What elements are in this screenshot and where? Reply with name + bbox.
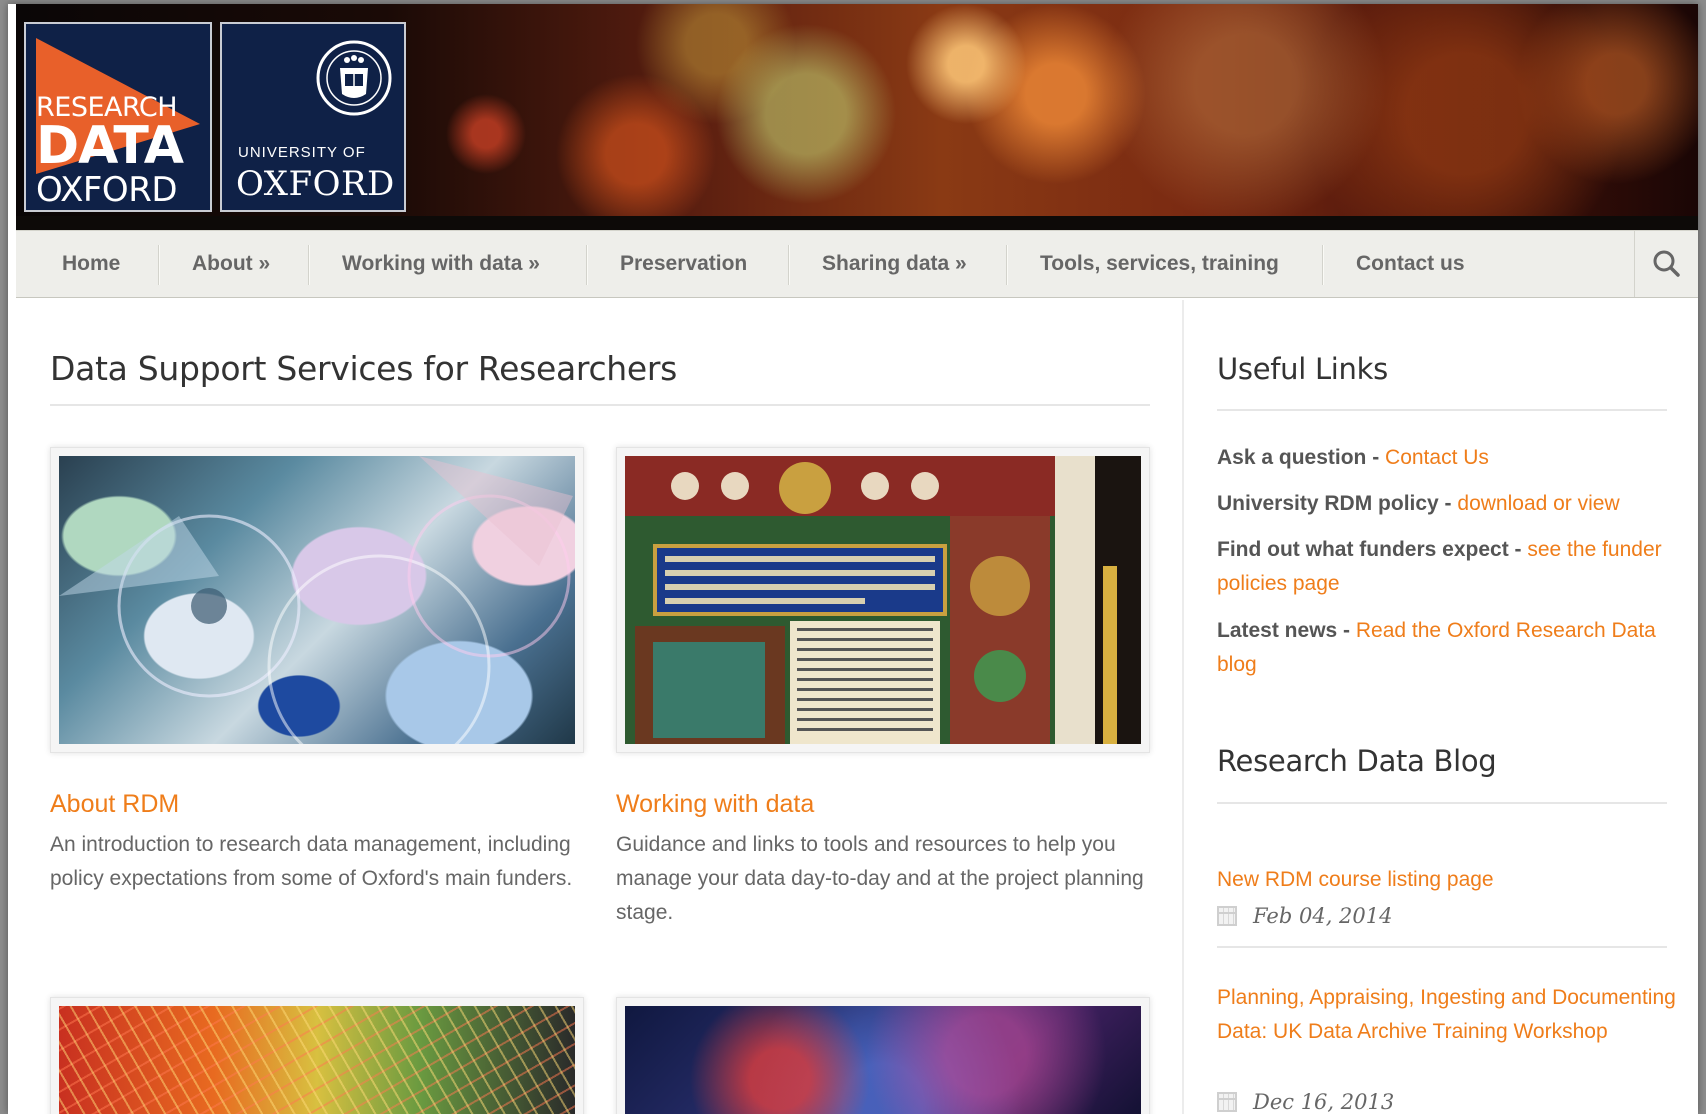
- logo-text-oxford: OXFORD: [236, 164, 395, 204]
- useful-link-label: Latest news -: [1217, 619, 1356, 642]
- blog-post-title[interactable]: New RDM course listing page: [1217, 863, 1677, 897]
- working-with-data-image[interactable]: [616, 447, 1150, 753]
- university-of-oxford-logo[interactable]: UNIVERSITY OF OXFORD: [220, 22, 406, 212]
- nav-item-contact-us[interactable]: Contact us: [1356, 231, 1465, 297]
- broken-cds-photo: [59, 456, 575, 744]
- blog-post-divider: [1217, 946, 1667, 948]
- calendar-icon: [1217, 906, 1237, 926]
- logo-text-university-of: UNIVERSITY OF: [238, 144, 366, 161]
- useful-links-heading: Useful Links: [1217, 352, 1388, 386]
- blog-post-date: Feb 04, 2014: [1217, 904, 1392, 928]
- contact-us-link[interactable]: Contact Us: [1385, 446, 1489, 469]
- page-title: Data Support Services for Researchers: [50, 349, 678, 388]
- card-description-about-rdm: An introduction to research data managem…: [50, 833, 573, 890]
- useful-links-divider: [1217, 409, 1667, 411]
- logo-text-data: DATA: [36, 116, 184, 176]
- rdm-policy-link[interactable]: download or view: [1457, 492, 1619, 515]
- card-title-about-rdm[interactable]: About RDM: [50, 790, 179, 819]
- main-navigation: Home About » Working with data » Preserv…: [16, 230, 1698, 298]
- useful-link-label: Ask a question -: [1217, 446, 1386, 469]
- card-image-lower-right[interactable]: [616, 997, 1150, 1114]
- nav-separator: [308, 245, 309, 285]
- blog-post-title[interactable]: Planning, Appraising, Ingesting and Docu…: [1217, 981, 1677, 1049]
- nav-item-preservation[interactable]: Preservation: [620, 231, 747, 297]
- research-data-blog-heading: Research Data Blog: [1217, 744, 1497, 778]
- nav-separator: [586, 245, 587, 285]
- card-description-working-with-data: Guidance and links to tools and resource…: [616, 833, 1144, 924]
- useful-link-label: University RDM policy -: [1217, 492, 1458, 515]
- header-banner: RESEARCH DATA OXFORD UNIVERSITY OF OXFOR…: [16, 4, 1698, 230]
- useful-link-funders: Find out what funders expect - see the f…: [1217, 533, 1667, 601]
- research-data-oxford-logo[interactable]: RESEARCH DATA OXFORD: [24, 22, 212, 212]
- browser-page: RESEARCH DATA OXFORD UNIVERSITY OF OXFOR…: [8, 4, 1698, 1114]
- disc-shapes: [59, 456, 573, 744]
- calendar-icon: [1217, 1092, 1237, 1112]
- illuminated-manuscript-photo: [625, 456, 1141, 744]
- blog-post-date-text: Dec 16, 2013: [1253, 1090, 1395, 1114]
- about-rdm-image[interactable]: [50, 447, 584, 753]
- nav-item-tools-services-training[interactable]: Tools, services, training: [1040, 231, 1279, 297]
- banner-bottom-strip: [16, 216, 1698, 230]
- nav-item-home[interactable]: Home: [62, 231, 120, 297]
- nav-separator: [788, 245, 789, 285]
- nav-item-about[interactable]: About »: [192, 231, 270, 297]
- card-title-working-with-data[interactable]: Working with data: [616, 790, 814, 819]
- nav-separator: [158, 245, 159, 285]
- oxford-crest-icon: [316, 40, 392, 116]
- nav-separator: [1006, 245, 1007, 285]
- blog-post-date-text: Feb 04, 2014: [1253, 904, 1393, 928]
- light-trails-photo: [59, 1006, 575, 1114]
- nav-item-working-with-data[interactable]: Working with data »: [342, 231, 540, 297]
- card-image-lower-left[interactable]: [50, 997, 584, 1114]
- nebula-photo: [625, 1006, 1141, 1114]
- blog-heading-divider: [1217, 802, 1667, 804]
- useful-link-label: Find out what funders expect -: [1217, 538, 1528, 561]
- useful-link-latest-news: Latest news - Read the Oxford Research D…: [1217, 614, 1667, 682]
- nav-item-sharing-data[interactable]: Sharing data »: [822, 231, 967, 297]
- blog-post-date: Dec 16, 2013: [1217, 1090, 1394, 1114]
- search-icon: [1653, 250, 1680, 277]
- title-divider: [50, 404, 1150, 406]
- useful-link-ask-question: Ask a question - Contact Us: [1217, 441, 1667, 475]
- useful-link-rdm-policy: University RDM policy - download or view: [1217, 487, 1667, 521]
- search-button[interactable]: [1634, 231, 1698, 297]
- manuscript-drawing: [625, 456, 1139, 744]
- nav-separator: [1322, 245, 1323, 285]
- logo-text-oxford: OXFORD: [36, 170, 178, 210]
- sidebar-divider: [1182, 300, 1184, 1114]
